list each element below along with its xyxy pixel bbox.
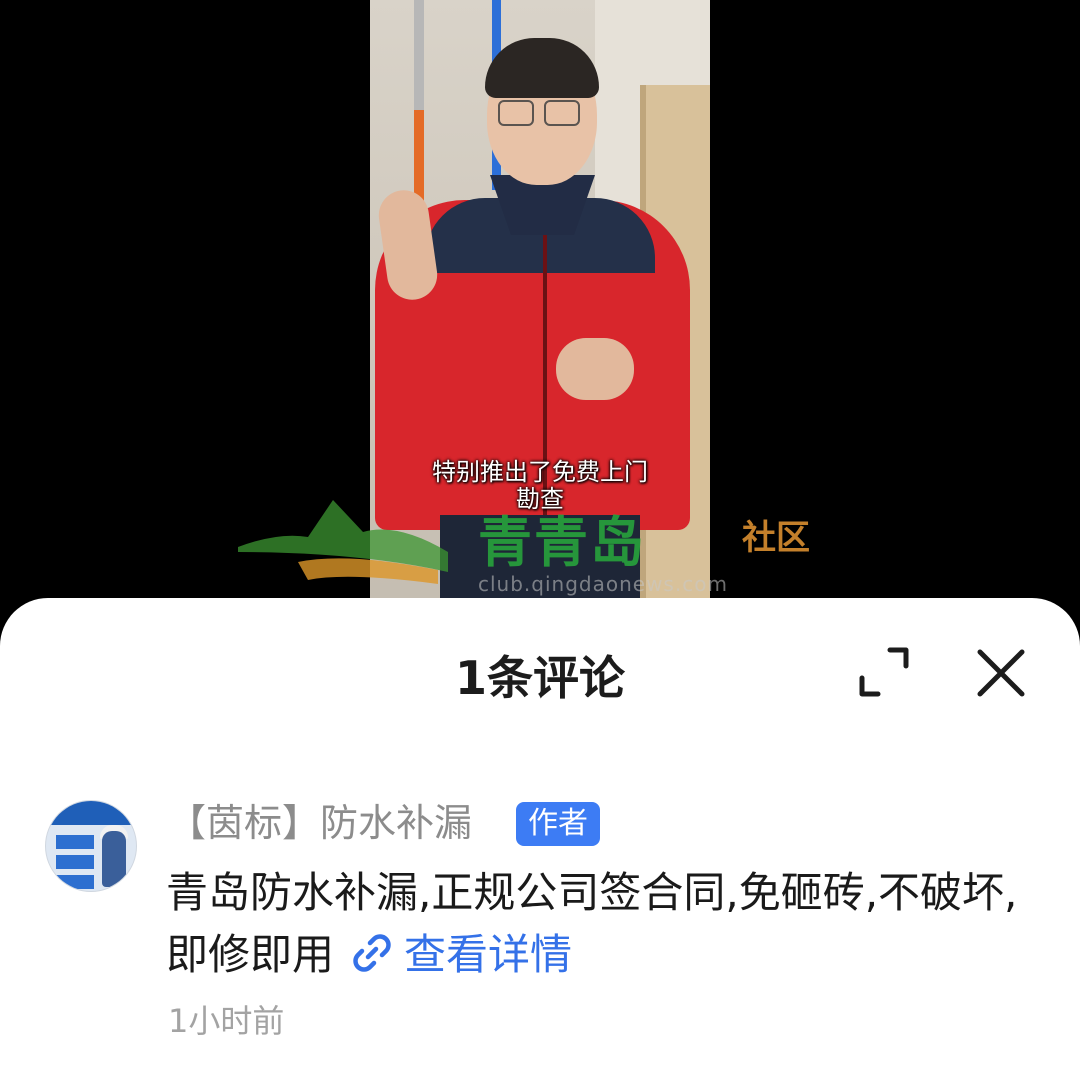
view-details-label: 查看详情 — [404, 930, 573, 979]
video-subtitle-line-2: 勘查 — [516, 485, 564, 513]
comment-text: 青岛防水补漏,正规公司签合同,免砸砖,不破坏,即修即用 — [166, 868, 1018, 979]
view-details-link[interactable]: 查看详情 — [334, 930, 572, 979]
watermark-suffix: 社区 — [742, 518, 810, 558]
video-subtitle-line-1: 特别推出了免费上门 — [432, 458, 648, 486]
link-icon — [353, 934, 391, 972]
comment-timestamp: 1小时前 — [168, 1002, 285, 1040]
author-badge: 作者 — [516, 802, 600, 846]
close-icon — [977, 649, 1025, 697]
close-button[interactable] — [974, 646, 1028, 700]
comment-username[interactable]: 【茵标】防水补漏 — [168, 800, 472, 846]
comment-body: 青岛防水补漏,正规公司签合同,免砸砖,不破坏,即修即用 查看详情 — [166, 862, 1046, 986]
expand-button[interactable] — [856, 644, 912, 700]
avatar[interactable] — [45, 800, 137, 892]
comments-title: 1条评论 — [454, 651, 625, 705]
expand-icon — [859, 647, 909, 697]
watermark-url: club.qingdaonews.com — [478, 572, 728, 596]
person-glasses — [498, 100, 584, 128]
video-player[interactable]: 青青岛 社区 club.qingdaonews.com 特别推出了免费上门 勘查 — [0, 0, 1080, 620]
person-hand-right — [556, 338, 634, 400]
